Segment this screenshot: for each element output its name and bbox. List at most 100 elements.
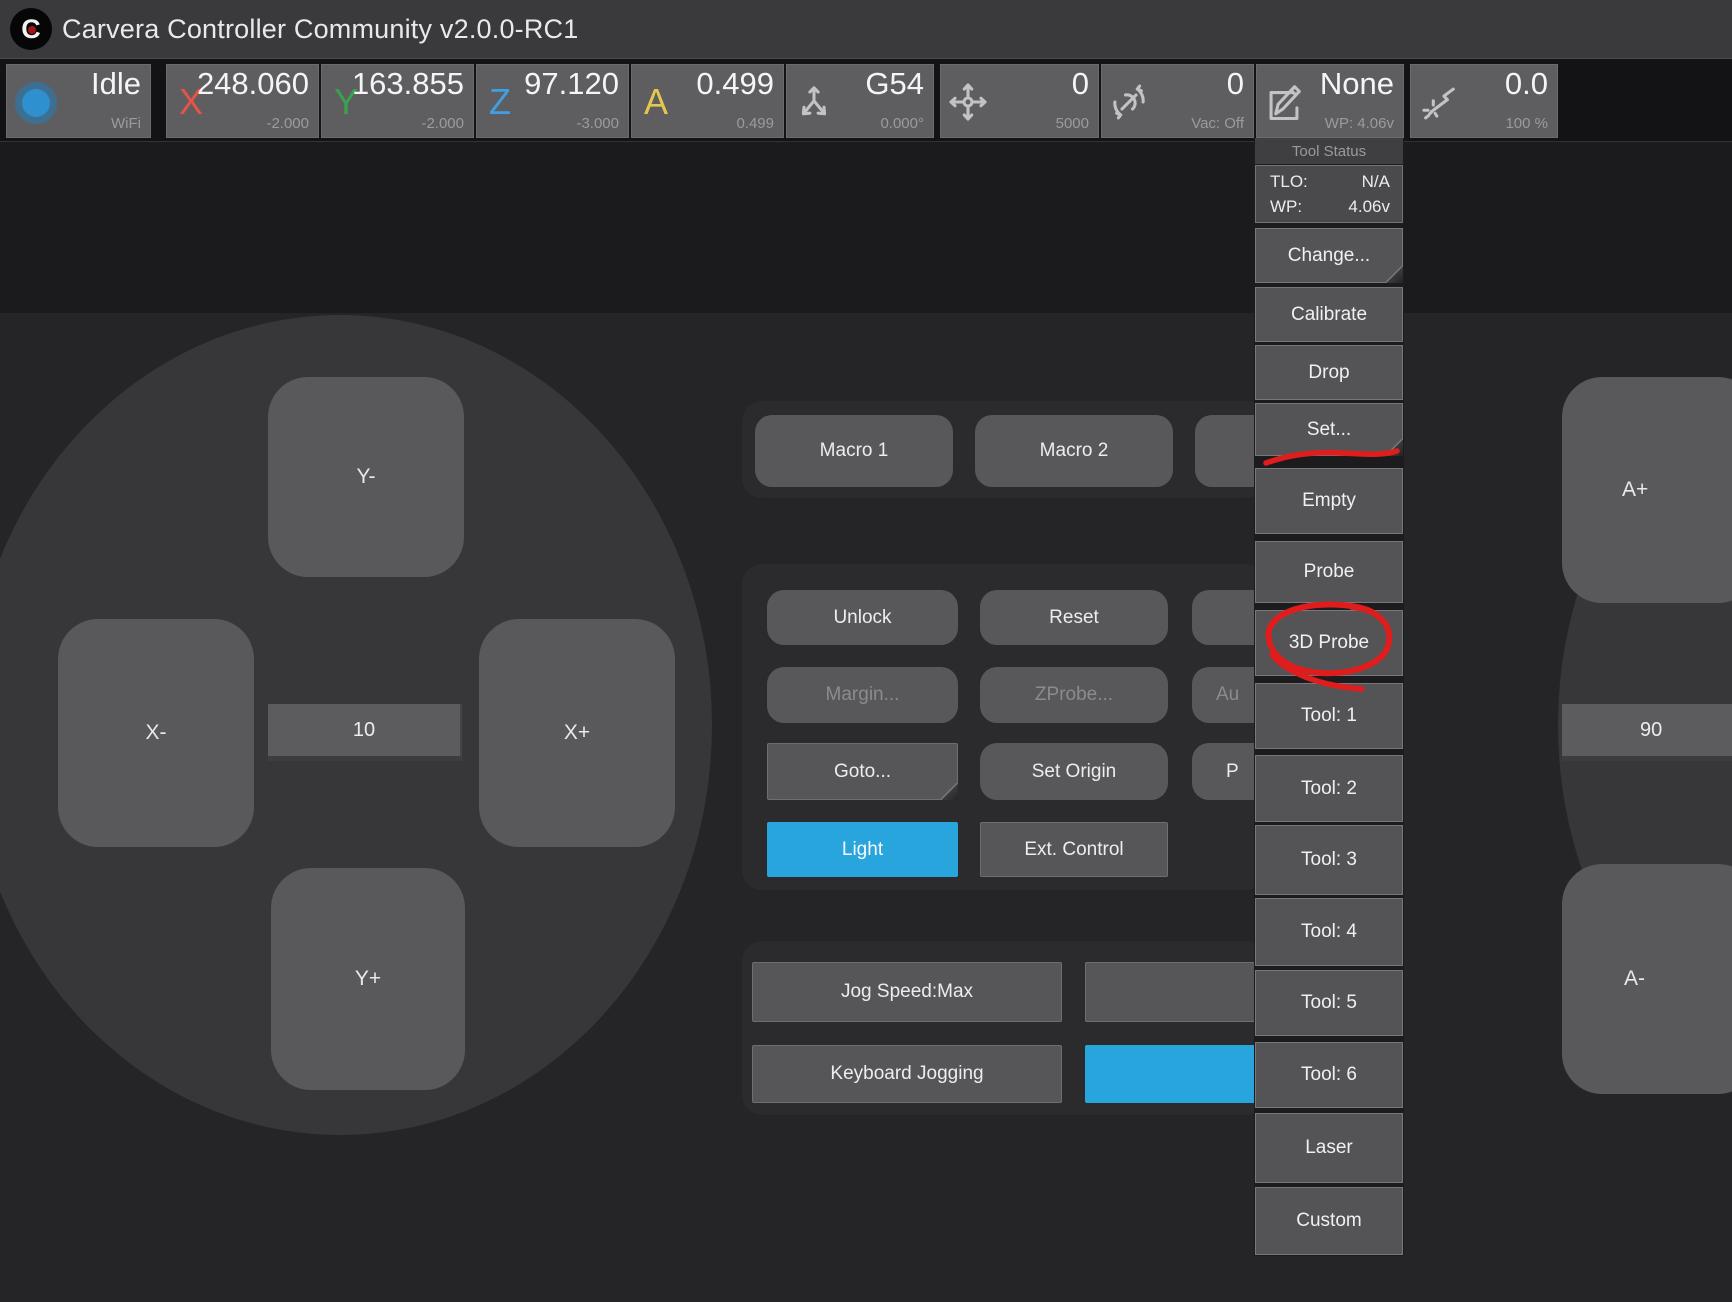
a-axis-value: 0.499: [696, 66, 774, 102]
jog-y-minus-button[interactable]: Y-: [268, 377, 464, 577]
jog-step-field[interactable]: 10: [268, 704, 462, 761]
connection-type-label: WiFi: [111, 115, 141, 132]
autolevel-label: Au: [1216, 684, 1239, 706]
a-axis-sub-value: 0.499: [736, 115, 774, 132]
set-origin-button[interactable]: Set Origin: [980, 743, 1168, 800]
jog-a-step-field[interactable]: 90: [1562, 704, 1732, 761]
ext-control-button[interactable]: Ext. Control: [980, 822, 1168, 877]
app-logo-red-dot: [28, 26, 36, 34]
window-title: Carvera Controller Community v2.0.0-RC1: [62, 0, 578, 58]
laser-value: 0.0: [1505, 66, 1548, 102]
tlo-value: N/A: [1362, 172, 1390, 192]
title-bar: C Carvera Controller Community v2.0.0-RC…: [0, 0, 1732, 58]
light-button[interactable]: Light: [767, 822, 958, 877]
menu-item-calibrate[interactable]: Calibrate: [1255, 287, 1403, 342]
menu-item-tool-4[interactable]: Tool: 4: [1255, 898, 1403, 966]
jog-a-plus-label: A+: [1622, 478, 1648, 502]
set-origin-label: Set Origin: [1032, 761, 1116, 783]
status-cell-spindle[interactable]: 0 Vac: Off: [1101, 64, 1254, 138]
ext-control-label: Ext. Control: [1024, 839, 1123, 861]
menu-item-3d-probe[interactable]: 3D Probe: [1255, 610, 1403, 676]
tool-menu-info: TLO: N/A WP: 4.06v: [1255, 165, 1403, 223]
reset-label: Reset: [1049, 607, 1099, 629]
menu-item-laser-label: Laser: [1305, 1137, 1353, 1159]
zprobe-label: ZProbe...: [1035, 684, 1113, 706]
status-cell-a-axis[interactable]: A 0.499 0.499: [631, 64, 784, 138]
jog-a-minus-button[interactable]: A-: [1562, 864, 1732, 1094]
menu-item-tool-2-label: Tool: 2: [1301, 778, 1357, 800]
menu-item-empty[interactable]: Empty: [1255, 468, 1403, 534]
status-cell-x-axis[interactable]: X 248.060 -2.000: [166, 64, 319, 138]
menu-item-change-label: Change...: [1288, 245, 1370, 267]
jog-a-minus-label: A-: [1624, 967, 1645, 991]
status-cell-laser[interactable]: 0.0 100 %: [1410, 64, 1558, 138]
wcs-value: G54: [865, 66, 924, 102]
wcs-rotation-value: 0.000°: [880, 115, 924, 132]
machine-state-value: Idle: [91, 66, 141, 102]
spindle-rotate-icon: [1109, 82, 1149, 122]
menu-item-custom[interactable]: Custom: [1255, 1187, 1403, 1255]
unlock-button[interactable]: Unlock: [767, 590, 958, 645]
menu-item-tool-5-label: Tool: 5: [1301, 992, 1357, 1014]
tlo-row: TLO: N/A: [1270, 172, 1390, 192]
menu-item-tool-6-label: Tool: 6: [1301, 1064, 1357, 1086]
move-arrows-icon: [948, 82, 988, 122]
y-axis-value: 163.855: [352, 66, 464, 102]
menu-item-probe-label: Probe: [1304, 561, 1355, 583]
tool-menu-header: Tool Status: [1255, 138, 1403, 164]
menu-item-empty-label: Empty: [1302, 490, 1356, 512]
status-cell-z-axis[interactable]: Z 97.120 -3.000: [476, 64, 629, 138]
keyboard-jogging-label: Keyboard Jogging: [830, 1063, 983, 1085]
zprobe-button[interactable]: ZProbe...: [980, 667, 1168, 723]
reset-button[interactable]: Reset: [980, 590, 1168, 645]
menu-item-tool-1[interactable]: Tool: 1: [1255, 683, 1403, 749]
z-axis-letter: Z: [489, 81, 511, 123]
probe-hidden-label: P: [1226, 761, 1239, 783]
tool-value: None: [1320, 66, 1394, 102]
menu-item-change[interactable]: Change...: [1255, 228, 1403, 283]
jog-speed-label: Jog Speed:Max: [841, 981, 973, 1003]
menu-item-probe[interactable]: Probe: [1255, 541, 1403, 603]
menu-item-tool-2[interactable]: Tool: 2: [1255, 755, 1403, 822]
menu-item-tool-3[interactable]: Tool: 3: [1255, 825, 1403, 895]
margin-button[interactable]: Margin...: [767, 667, 958, 723]
laser-power-value: 100 %: [1505, 115, 1548, 132]
spindle-value: 0: [1227, 66, 1244, 102]
status-cell-y-axis[interactable]: Y 163.855 -2.000: [321, 64, 474, 138]
macro-2-button[interactable]: Macro 2: [975, 415, 1173, 487]
margin-label: Margin...: [826, 684, 900, 706]
menu-item-tool-5[interactable]: Tool: 5: [1255, 970, 1403, 1036]
jog-a-step-value: 90: [1640, 719, 1662, 742]
jog-a-plus-button[interactable]: A+: [1562, 377, 1732, 603]
status-cell-feed[interactable]: 0 5000: [940, 64, 1099, 138]
jog-x-minus-label: X-: [146, 721, 167, 745]
status-bar: Idle WiFi X 248.060 -2.000 Y 163.855 -2.…: [0, 58, 1732, 142]
unlock-label: Unlock: [833, 607, 891, 629]
status-cell-connection[interactable]: Idle WiFi: [6, 64, 151, 138]
menu-item-laser[interactable]: Laser: [1255, 1113, 1403, 1183]
tool-edit-icon: [1264, 82, 1304, 122]
macro-1-button[interactable]: Macro 1: [755, 415, 953, 487]
y-axis-sub-value: -2.000: [421, 115, 464, 132]
status-cell-wcs[interactable]: G54 0.000°: [786, 64, 934, 138]
goto-button[interactable]: Goto...: [767, 743, 958, 800]
menu-item-set[interactable]: Set...: [1255, 403, 1403, 456]
menu-item-drop[interactable]: Drop: [1255, 345, 1403, 400]
jog-y-plus-button[interactable]: Y+: [271, 868, 465, 1090]
feed-max-value: 5000: [1056, 115, 1089, 132]
app-window: Y- X- X+ 10 Y+ A+ 90 A- Macro 1 Macro 2 …: [0, 0, 1732, 1302]
goto-label: Goto...: [834, 761, 891, 783]
a-axis-letter: A: [644, 81, 668, 123]
jog-x-minus-button[interactable]: X-: [58, 619, 254, 847]
jog-y-minus-label: Y-: [356, 465, 375, 489]
tool-status-menu: Tool Status TLO: N/A WP: 4.06v Change...…: [1254, 138, 1404, 1256]
jog-x-plus-label: X+: [564, 721, 590, 745]
keyboard-jogging-button[interactable]: Keyboard Jogging: [752, 1045, 1062, 1103]
jog-x-plus-button[interactable]: X+: [479, 619, 675, 847]
menu-item-tool-4-label: Tool: 4: [1301, 921, 1357, 943]
jog-speed-button[interactable]: Jog Speed:Max: [752, 962, 1062, 1022]
status-cell-tool[interactable]: None WP: 4.06v: [1256, 64, 1404, 138]
menu-item-tool-6[interactable]: Tool: 6: [1255, 1042, 1403, 1108]
menu-item-calibrate-label: Calibrate: [1291, 304, 1367, 326]
menu-item-set-label: Set...: [1307, 419, 1351, 441]
